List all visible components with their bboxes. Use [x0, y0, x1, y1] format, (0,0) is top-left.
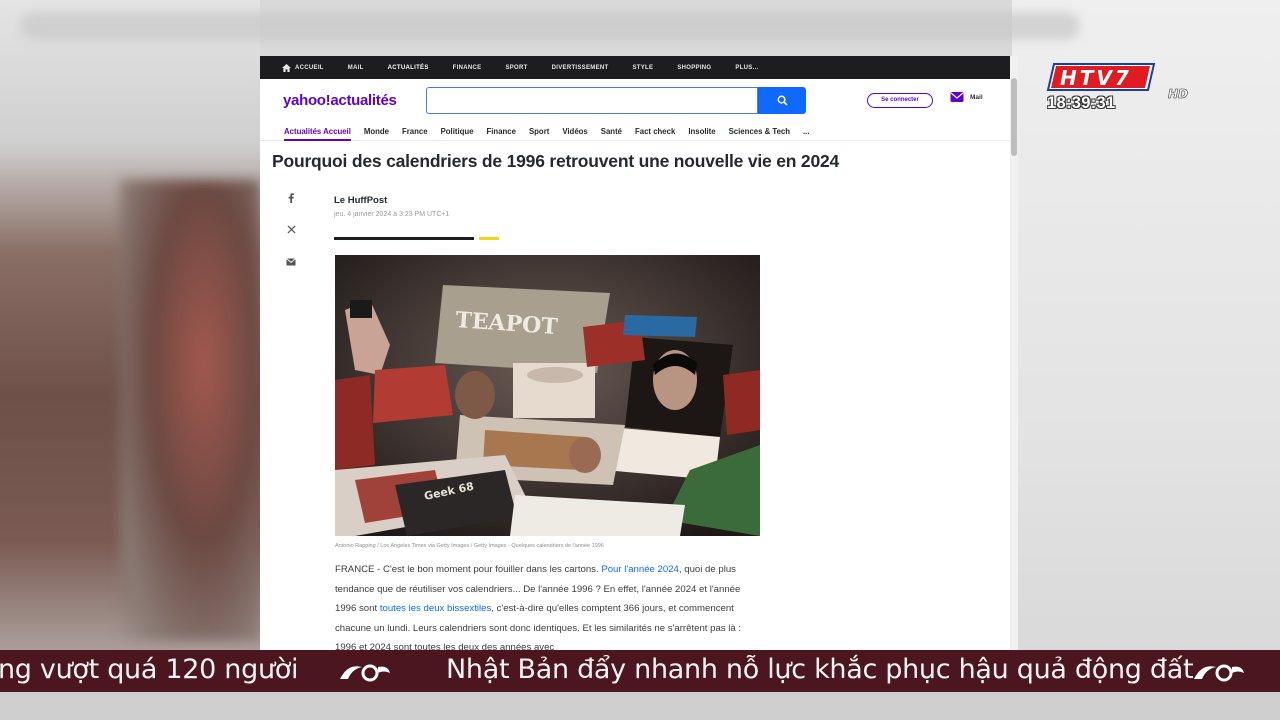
htv-swirl-icon-2: [1194, 664, 1244, 682]
section-sport[interactable]: Sport: [529, 127, 549, 136]
home-icon[interactable]: [282, 63, 291, 72]
ticker-text-previous: ng vượt quá 120 người: [0, 654, 299, 685]
facebook-share-icon[interactable]: [284, 193, 298, 206]
search-input[interactable]: [427, 88, 765, 115]
site-header: yahoo!actualités Se connecter Mail: [260, 79, 1012, 123]
signin-button[interactable]: Se connecter: [867, 93, 933, 108]
top-nav-divertissement[interactable]: DIVERTISSEMENT: [552, 65, 609, 71]
search-icon: [777, 95, 788, 106]
section-sciences-tech[interactable]: Sciences & Tech: [729, 127, 790, 136]
top-nav-sport[interactable]: SPORT: [505, 65, 527, 71]
scrollbar-thumb[interactable]: [1011, 78, 1017, 156]
x-share-icon[interactable]: [284, 225, 298, 237]
link-bissextiles[interactable]: toutes les deux bissextiles: [380, 603, 491, 614]
article-photo[interactable]: TEAPOT Geek 68: [335, 255, 760, 536]
top-nav-finance[interactable]: FINANCE: [453, 65, 482, 71]
mail-label: Mail: [970, 93, 983, 101]
article-date: jeu. 4 janvier 2024 à 3:23 PM UTC+1: [334, 211, 450, 218]
yahoo-article-page: ACCUEIL MAIL ACTUALITÉS FINANCE SPORT DI…: [260, 56, 1012, 650]
section-insolite[interactable]: Insolite: [688, 127, 715, 136]
top-nav-mail[interactable]: MAIL: [348, 65, 364, 71]
paragraph-text-a: FRANCE - C'est le bon moment pour fouill…: [335, 564, 602, 575]
top-nav-bar: ACCUEIL MAIL ACTUALITÉS FINANCE SPORT DI…: [260, 56, 1012, 79]
section-nav: Actualités Accueil Monde France Politiqu…: [260, 123, 1012, 141]
calendars-photo-illustration: TEAPOT Geek 68: [335, 255, 760, 536]
search-button[interactable]: [758, 87, 806, 114]
section-more[interactable]: ...: [803, 127, 810, 136]
section-monde[interactable]: Monde: [364, 127, 389, 136]
section-finance[interactable]: Finance: [487, 127, 516, 136]
email-share-icon[interactable]: [284, 258, 298, 269]
hd-logo-text: HD: [1168, 87, 1188, 101]
broadcast-clock: 18:39:31: [1047, 94, 1116, 112]
photo-caption: Antonio Rapping / Los Angeles Times via …: [335, 543, 604, 549]
section-fact-check[interactable]: Fact check: [635, 127, 675, 136]
section-sante[interactable]: Santé: [601, 127, 622, 136]
top-nav-accueil[interactable]: ACCUEIL: [295, 65, 324, 71]
article-body: FRANCE - C'est le bon moment pour fouill…: [335, 560, 763, 650]
link-annee-2024[interactable]: Pour l'année 2024: [601, 564, 679, 575]
background-blur-bar: [20, 12, 1080, 40]
background-blur-figure: [120, 180, 260, 640]
top-nav-style[interactable]: STYLE: [632, 65, 653, 71]
ticker-text-main: Nhật Bản đẩy nhanh nỗ lực khắc phục hậu …: [446, 654, 1194, 685]
ticker-bottom-strip: [0, 692, 1280, 720]
progress-rule: [334, 237, 474, 240]
htv-logo-text: HTV7: [1060, 66, 1132, 90]
section-politique[interactable]: Politique: [441, 127, 474, 136]
yahoo-actualites-logo[interactable]: yahoo!actualités: [283, 92, 397, 109]
section-actualites-accueil[interactable]: Actualités Accueil: [284, 127, 351, 141]
article-source[interactable]: Le HuffPost: [334, 195, 387, 206]
top-nav-shopping[interactable]: SHOPPING: [677, 65, 711, 71]
article-headline: Pourquoi des calendriers de 1996 retrouv…: [272, 151, 840, 171]
section-france[interactable]: France: [402, 127, 428, 136]
mail-link[interactable]: Mail: [950, 91, 983, 103]
article-paragraph: FRANCE - C'est le bon moment pour fouill…: [335, 560, 763, 650]
htv-swirl-icon: [340, 664, 390, 682]
news-ticker: ng vượt quá 120 người Nhật Bản đẩy nhanh…: [0, 650, 1280, 692]
mail-icon: [950, 92, 964, 102]
top-nav-actualites[interactable]: ACTUALITÉS: [388, 65, 429, 71]
top-nav-plus[interactable]: PLUS...: [735, 65, 758, 71]
search-box[interactable]: [426, 87, 765, 115]
progress-rule-accent: [479, 237, 499, 240]
section-videos[interactable]: Vidéos: [562, 127, 587, 136]
